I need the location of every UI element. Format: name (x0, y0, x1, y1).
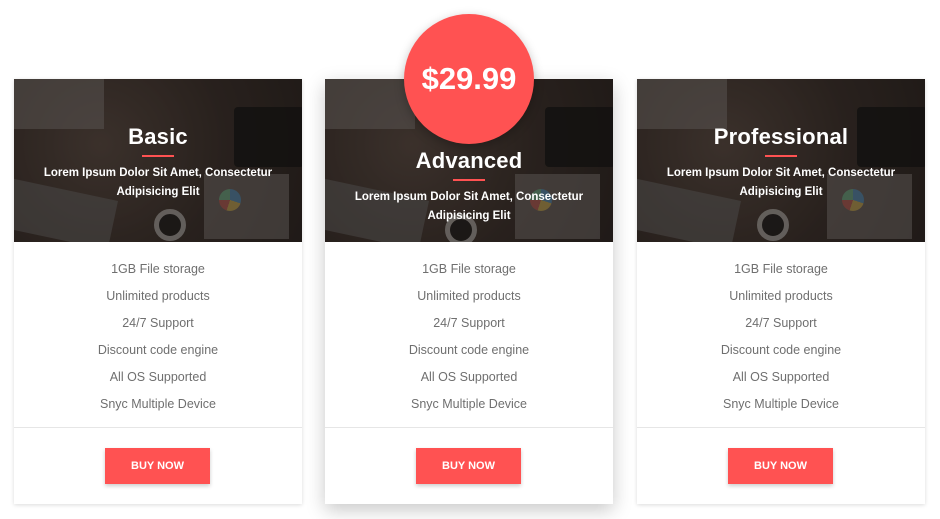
pricing-section: Basic Lorem Ipsum Dolor Sit Amet, Consec… (0, 0, 940, 519)
feature-item: 24/7 Support (745, 316, 817, 330)
plan-description: Lorem Ipsum Dolor Sit Amet, Consectetur … (354, 191, 584, 222)
feature-item: All OS Supported (420, 370, 518, 384)
feature-item: Discount code engine (97, 343, 219, 357)
buy-now-button[interactable]: BUY NOW (728, 448, 833, 484)
plan-name: Professional (713, 124, 849, 149)
feature-item: Unlimited products (106, 289, 210, 303)
pricing-card-basic: Basic Lorem Ipsum Dolor Sit Amet, Consec… (14, 79, 302, 504)
title-underline (142, 155, 174, 157)
feature-item: Snyc Multiple Device (410, 397, 527, 411)
feature-item: Discount code engine (408, 343, 530, 357)
feature-list: 1GB File storage Unlimited products 24/7… (325, 242, 613, 428)
feature-list: 1GB File storage Unlimited products 24/7… (637, 242, 925, 428)
feature-item: 1GB File storage (111, 262, 205, 276)
plan-name: Basic (128, 124, 188, 149)
feature-item: 1GB File storage (734, 262, 828, 276)
feature-list: 1GB File storage Unlimited products 24/7… (14, 242, 302, 428)
plan-description: Lorem Ipsum Dolor Sit Amet, Consectetur … (666, 167, 896, 198)
feature-item: Unlimited products (729, 289, 833, 303)
feature-item: 24/7 Support (433, 316, 505, 330)
buy-now-button[interactable]: BUY NOW (416, 448, 521, 484)
feature-item: Discount code engine (720, 343, 842, 357)
feature-item: All OS Supported (109, 370, 207, 384)
feature-item: All OS Supported (732, 370, 830, 384)
card-header-image: Basic Lorem Ipsum Dolor Sit Amet, Consec… (14, 79, 302, 242)
plan-name: Advanced (415, 148, 523, 173)
plan-description: Lorem Ipsum Dolor Sit Amet, Consectetur … (43, 167, 273, 198)
feature-item: 24/7 Support (122, 316, 194, 330)
buy-now-button[interactable]: BUY NOW (105, 448, 210, 484)
title-underline (453, 179, 485, 181)
feature-item: Snyc Multiple Device (99, 397, 216, 411)
title-underline (765, 155, 797, 157)
feature-item: 1GB File storage (422, 262, 516, 276)
feature-item: Snyc Multiple Device (722, 397, 839, 411)
card-header-image: Professional Lorem Ipsum Dolor Sit Amet,… (637, 79, 925, 242)
price-badge: $29.99 (404, 14, 534, 144)
feature-item: Unlimited products (417, 289, 521, 303)
pricing-card-professional: Professional Lorem Ipsum Dolor Sit Amet,… (637, 79, 925, 504)
